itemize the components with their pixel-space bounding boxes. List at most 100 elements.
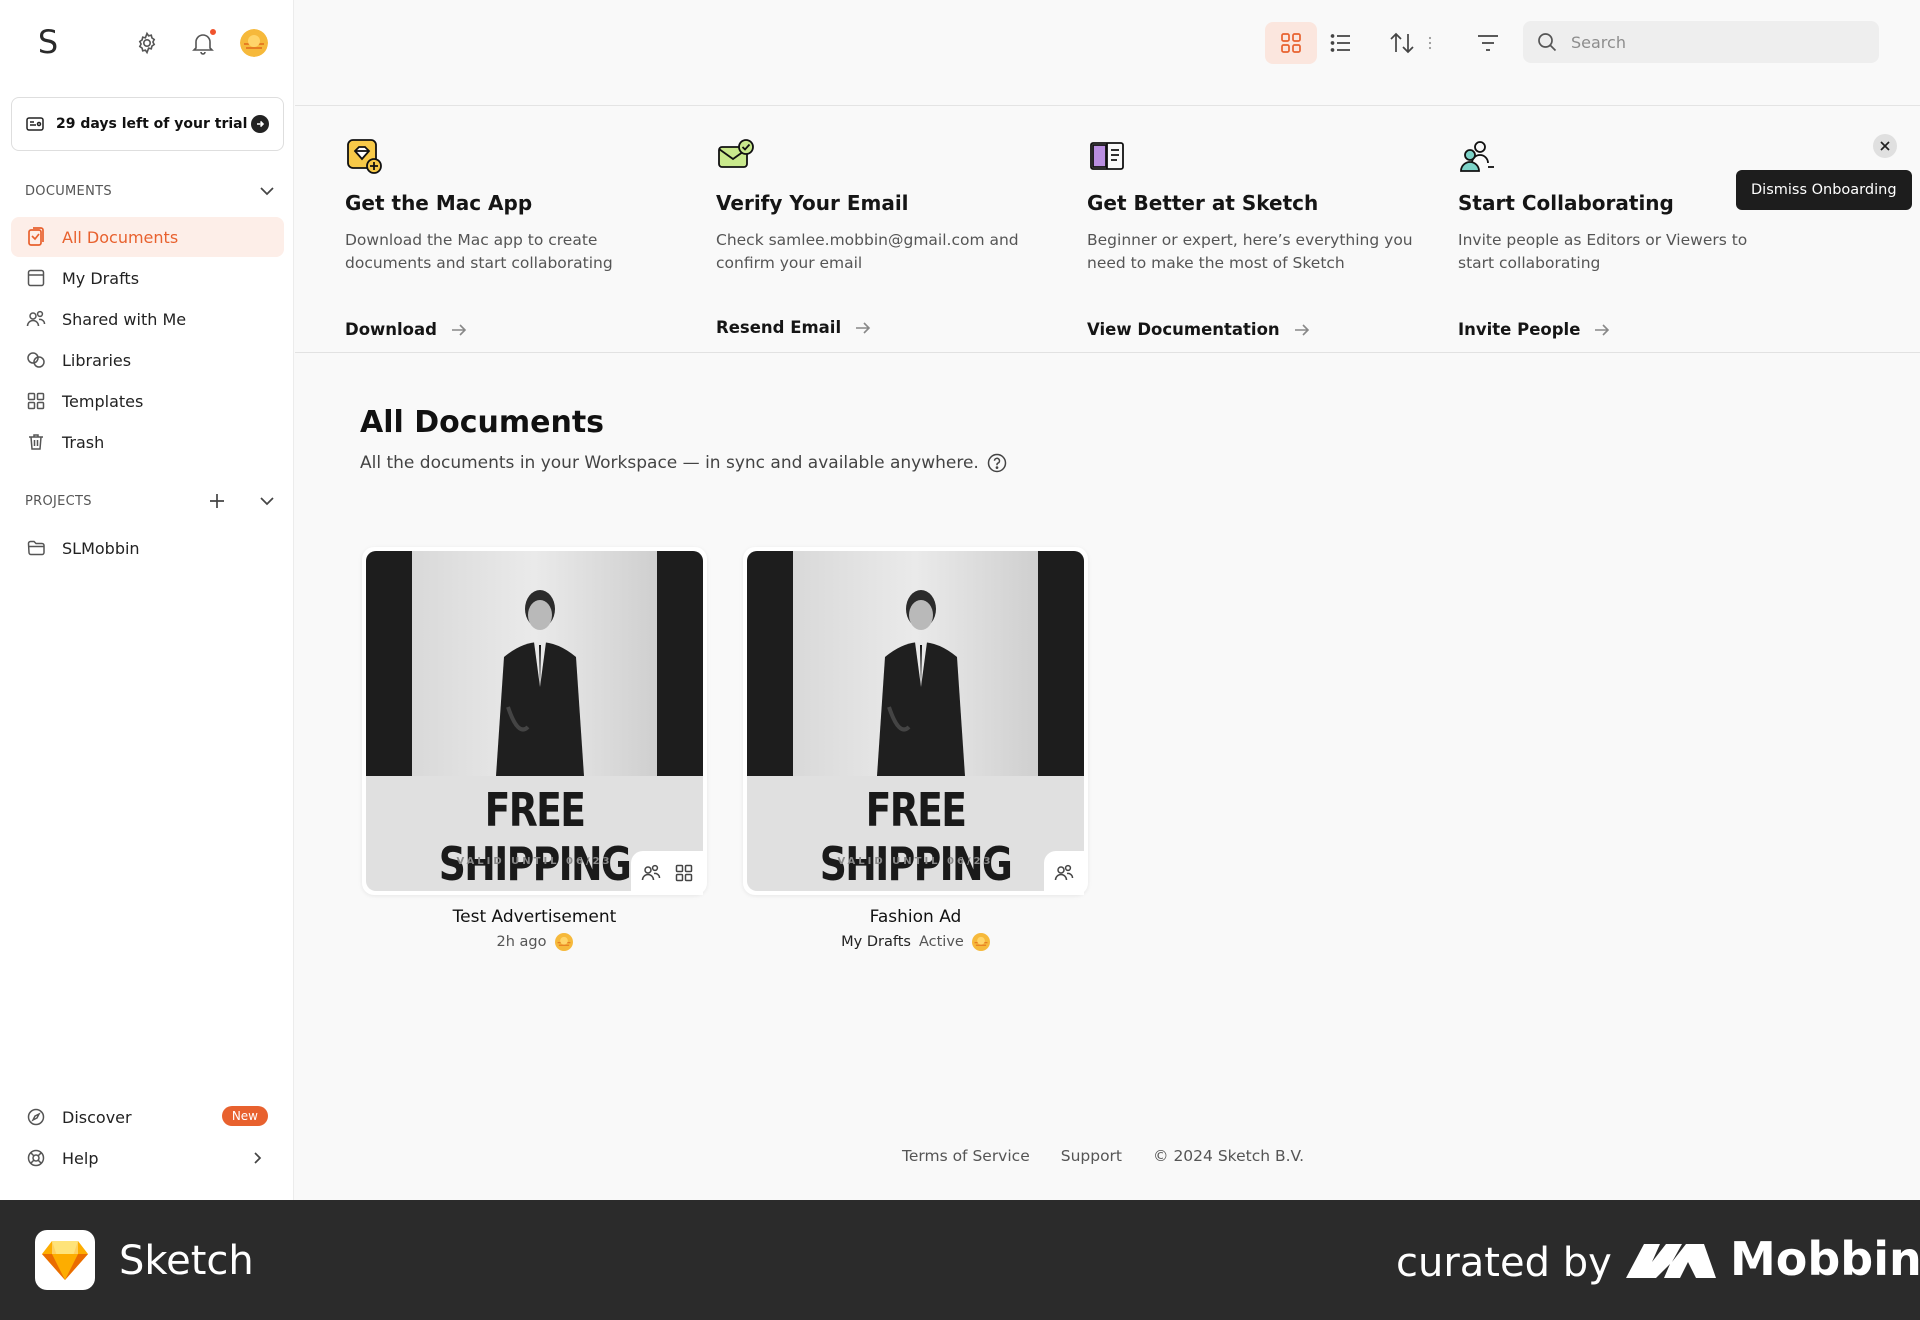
dismiss-onboarding-tooltip: Dismiss Onboarding (1736, 170, 1912, 210)
filter-button[interactable] (1462, 22, 1514, 64)
sidebar-item-label: Trash (62, 432, 105, 452)
document-thumbnail[interactable]: FREE SHIPPING VALID UNTIL 06/23 (362, 547, 707, 895)
sidebar-item-label: Help (62, 1148, 99, 1168)
grid-icon[interactable] (675, 864, 693, 882)
dismiss-onboarding-button[interactable] (1873, 134, 1897, 158)
support-link[interactable]: Support (1061, 1147, 1122, 1165)
search-icon (1537, 32, 1557, 52)
resend-email-link[interactable]: Resend Email (716, 318, 871, 337)
document-name[interactable]: Fashion Ad (743, 907, 1088, 927)
onboarding-card-verify-email: Verify Your Email Check samlee.mobbin@gm… (716, 137, 1056, 337)
document-name[interactable]: Test Advertisement (362, 907, 707, 927)
documents-section-title: DOCUMENTS (25, 183, 112, 199)
lifebuoy-icon (25, 1147, 47, 1169)
mobbin-logo-icon (1626, 1238, 1716, 1282)
grid-icon (25, 390, 47, 412)
trash-icon (25, 431, 47, 453)
chevron-down-icon[interactable] (259, 496, 275, 506)
sidebar-item-all-documents[interactable]: All Documents (11, 217, 284, 257)
document-icon (25, 226, 47, 248)
download-link[interactable]: Download (345, 320, 467, 339)
projects-section-title: PROJECTS (25, 493, 92, 509)
sketch-app-icon (345, 137, 385, 177)
page-title: All Documents (360, 405, 605, 440)
search-field[interactable] (1523, 21, 1879, 63)
drafts-icon (25, 267, 47, 289)
document-card[interactable]: FREE SHIPPING VALID UNTIL 06/23 Fashion … (743, 547, 1088, 951)
sidebar-item-templates[interactable]: Templates (11, 381, 284, 421)
onboarding-card-desc: Beginner or expert, here’s everything yo… (1087, 231, 1413, 272)
list-icon (1330, 33, 1352, 53)
people-icon[interactable] (641, 864, 661, 882)
user-avatar (971, 933, 990, 951)
view-documentation-link-label: View Documentation (1087, 320, 1280, 339)
sidebar-item-my-drafts[interactable]: My Drafts (11, 258, 284, 298)
document-thumbnail[interactable]: FREE SHIPPING VALID UNTIL 06/23 (743, 547, 1088, 895)
workspace-logo[interactable]: S (28, 20, 68, 64)
arrow-right-icon[interactable] (251, 115, 269, 133)
arrow-right-icon (1594, 323, 1610, 336)
plus-icon[interactable] (209, 493, 225, 509)
onboarding-card-documentation: Get Better at Sketch Beginner or expert,… (1087, 137, 1427, 339)
search-input[interactable] (1571, 32, 1861, 52)
more-dots-icon[interactable] (1420, 22, 1440, 64)
onboarding-card-mac-app: Get the Mac App Download the Mac app to … (345, 137, 685, 339)
page-subtitle-text: All the documents in your Workspace — in… (360, 453, 979, 473)
document-card[interactable]: FREE SHIPPING VALID UNTIL 06/23 Test Adv… (362, 547, 707, 951)
document-preview: FREE SHIPPING VALID UNTIL 06/23 (747, 551, 1084, 891)
resend-email-link-label: Resend Email (716, 318, 842, 337)
chevron-down-icon[interactable] (259, 186, 275, 196)
sidebar-item-discover[interactable]: Discover New (11, 1097, 284, 1137)
help-circle-icon[interactable] (987, 453, 1007, 473)
copyright-text: © 2024 Sketch B.V. (1153, 1147, 1305, 1165)
close-icon (1880, 141, 1890, 151)
sidebar-item-label: Templates (62, 391, 144, 411)
email-check-icon (716, 137, 756, 177)
projects-section-header[interactable]: PROJECTS (25, 489, 275, 513)
grid-icon (1280, 32, 1302, 54)
onboarding-card-title: Verify Your Email (716, 191, 909, 215)
sidebar-item-label: SLMobbin (62, 538, 140, 558)
collaborate-icon (1458, 137, 1498, 177)
compass-icon (25, 1106, 47, 1128)
mobbin-brand-name: Mobbin (1730, 1232, 1920, 1286)
terms-link[interactable]: Terms of Service (902, 1147, 1030, 1165)
sidebar: S 29 days left of your trial DOCUMENTS A… (0, 0, 294, 1200)
arrow-right-icon (1294, 323, 1310, 336)
filter-icon (1477, 34, 1499, 52)
arrow-right-icon (451, 323, 467, 336)
sidebar-item-project-slmobbin[interactable]: SLMobbin (11, 528, 284, 568)
bottom-brand-bar: Sketch curated by Mobbin (0, 1200, 1920, 1320)
notifications-icon[interactable] (190, 28, 217, 56)
list-view-button[interactable] (1315, 22, 1367, 64)
ad-valid-text: VALID UNTIL 06/23 (837, 856, 994, 867)
document-preview: FREE SHIPPING VALID UNTIL 06/23 (366, 551, 703, 891)
sidebar-item-label: My Drafts (62, 268, 140, 288)
invite-people-link[interactable]: Invite People (1458, 320, 1610, 339)
onboarding-card-desc: Check samlee.mobbin@gmail.com and confir… (716, 231, 1019, 272)
sidebar-item-trash[interactable]: Trash (11, 422, 284, 462)
ad-headline: FREE SHIPPING (819, 783, 1013, 891)
trial-banner[interactable]: 29 days left of your trial (11, 97, 284, 151)
sidebar-item-libraries[interactable]: Libraries (11, 340, 284, 380)
sort-icon (1389, 32, 1415, 54)
sidebar-item-shared-with-me[interactable]: Shared with Me (11, 299, 284, 339)
book-icon (1087, 137, 1127, 177)
folder-icon (25, 537, 47, 559)
sidebar-item-label: Libraries (62, 350, 132, 370)
people-icon[interactable] (1054, 864, 1074, 882)
grid-view-button[interactable] (1265, 22, 1317, 64)
onboarding-card-desc: Invite people as Editors or Viewers to s… (1458, 231, 1748, 272)
user-avatar[interactable] (240, 29, 268, 57)
model-photo (366, 551, 703, 776)
trial-card-icon (26, 117, 44, 131)
sidebar-item-help[interactable]: Help (11, 1138, 284, 1178)
user-avatar (554, 933, 573, 951)
onboarding-card-title: Get the Mac App (345, 191, 533, 215)
documents-section-header[interactable]: DOCUMENTS (25, 179, 275, 203)
document-tools (631, 851, 703, 895)
settings-icon[interactable] (134, 30, 160, 56)
view-documentation-link[interactable]: View Documentation (1087, 320, 1310, 339)
chevron-right-icon (253, 1151, 262, 1165)
notification-dot (209, 28, 217, 36)
